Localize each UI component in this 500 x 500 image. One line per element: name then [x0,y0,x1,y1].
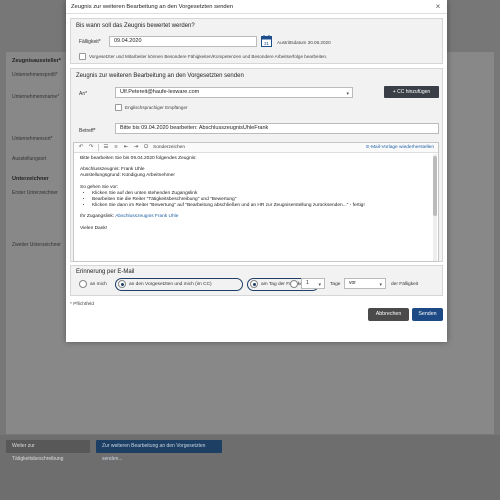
reminder-me-label: an mich [90,282,107,287]
due-date-label: Fälligkeit* [79,39,101,45]
bg-label-issuer: Zeugnisaussteller* [12,58,61,64]
scrollbar-thumb[interactable] [433,156,437,216]
bg-label-company-location: Unternehmensort* [12,136,53,142]
reminder-days-label: Tage [330,282,341,287]
reminder-due-suffix: der Fälligkeit [391,282,419,287]
toolbar-separator [98,144,99,151]
subject-label: Betreff* [79,128,96,134]
access-link[interactable]: Abschlusszeugnis Frank Uhle [115,214,178,219]
redo-icon[interactable]: ↷ [88,143,94,152]
reminder-days-select[interactable]: 1 ▾ [301,278,325,289]
special-chars-label[interactable]: Sonderzeichen [153,145,185,150]
calendar-day-text: 31 [264,41,270,46]
to-recipient-value: Ulf.Petereit@haufe-lexware.com [120,89,200,95]
numbered-list-icon[interactable]: ≡ [113,143,119,152]
bg-next-button[interactable]: Weiter zur Tätigkeitsbeschreibung [6,440,90,462]
chevron-down-icon: ▾ [379,282,382,288]
calendar-icon[interactable]: 31 [261,35,272,47]
to-recipient-select[interactable]: Ulf.Petereit@haufe-lexware.com ▾ [115,87,353,98]
exit-date-text: Austrittsdatum 30.06.2020 [277,40,331,45]
chevron-down-icon: ▾ [346,91,349,97]
bg-label-signer: Unterzeichner [12,176,49,182]
cancel-button[interactable]: Abbrechen [368,308,409,321]
indent-icon[interactable]: ⇥ [133,143,139,152]
dialog-header: Zeugnis zur weiteren Bearbeitung an den … [66,0,447,14]
required-field-note: * Pflichtfeld [70,302,94,307]
reminder-me-radio[interactable] [79,280,87,288]
send-to-manager-dialog: Zeugnis zur weiteren Bearbeitung an den … [66,0,447,342]
edit-competences-checkbox[interactable] [79,53,86,60]
editor-content[interactable]: Bitte bearbeiten Sie bis 09.04.2020 folg… [74,153,438,260]
add-cc-button[interactable]: + CC hinzufügen [384,86,439,98]
reminder-manager-radio[interactable] [118,280,126,288]
dialog-title: Zeugnis zur weiteren Bearbeitung an den … [71,3,234,10]
reminder-days-value: 1 [306,280,309,286]
restore-template-link[interactable]: E-Mail-Vorlage wiederherstellen [366,145,434,150]
bg-label-first-signer: Erster Unterzeichner [12,190,58,196]
deadline-section-title: Bis wann soll das Zeugnis bewertet werde… [76,23,195,29]
chevron-down-icon: ▾ [318,282,321,288]
editor-toolbar: ↶ ↷ ☰ ≡ ⇤ ⇥ Ω Sonderzeichen E-Mail-Vorla… [74,143,438,153]
send-section-title: Zeugnis zur weiteren Bearbeitung an den … [76,73,244,79]
reminder-section: Erinnerung per E-Mail an mich an den Vor… [70,265,443,296]
deadline-section: Bis wann soll das Zeugnis bewertet werde… [70,18,443,64]
email-body-editor[interactable]: ↶ ↷ ☰ ≡ ⇤ ⇥ Ω Sonderzeichen E-Mail-Vorla… [73,142,439,262]
access-link-prefix: Ihr Zugangslink: [80,214,116,220]
bg-label-company-name: Unternehmensname* [12,94,60,100]
subject-input[interactable]: Bitte bis 09.04.2020 bearbeiten: Abschlu… [115,123,439,134]
closing-line: Vielen Dank! [80,225,108,231]
editor-scrollbar[interactable] [433,154,437,261]
bg-label-second-signer: Zweiter Unterzeichner [12,242,61,248]
reminder-before-select[interactable]: vor ▾ [344,278,386,289]
outdent-icon[interactable]: ⇤ [123,143,129,152]
edit-competences-text: Vorgesetzter und Mitarbeiter können Beso… [89,54,328,59]
reminder-days-radio[interactable] [290,280,298,288]
english-recipient-checkbox[interactable] [115,104,122,111]
reminder-manager-label: an den Vorgesetzten und mich (im CC) [129,282,212,287]
reminder-before-value: vor [349,280,356,286]
to-label: An* [79,91,88,97]
reminder-due-day-label: am Tag der Fälligkeit [261,282,306,287]
omega-icon[interactable]: Ω [143,143,149,152]
instruction-list: Klicken Sie auf den unten stehenden Zuga… [80,191,432,210]
reminder-due-day-radio[interactable] [250,280,258,288]
reminder-section-title: Erinnerung per E-Mail [76,269,135,275]
bullet-list-icon[interactable]: ☰ [103,143,109,152]
undo-icon[interactable]: ↶ [78,143,84,152]
bg-send-to-manager-button[interactable]: Zur weiteren Bearbeitung an den Vorgeset… [96,440,222,462]
due-date-input[interactable]: 09.04.2020 [109,36,257,47]
send-button[interactable]: Senden [412,308,443,321]
bg-label-company-profile: Unternehmensprofil* [12,72,58,78]
close-icon[interactable]: × [434,2,442,11]
bg-label-issue-place: Ausstellungsort [12,156,47,162]
english-recipient-label: Englischsprachiger Empfänger [125,105,188,110]
